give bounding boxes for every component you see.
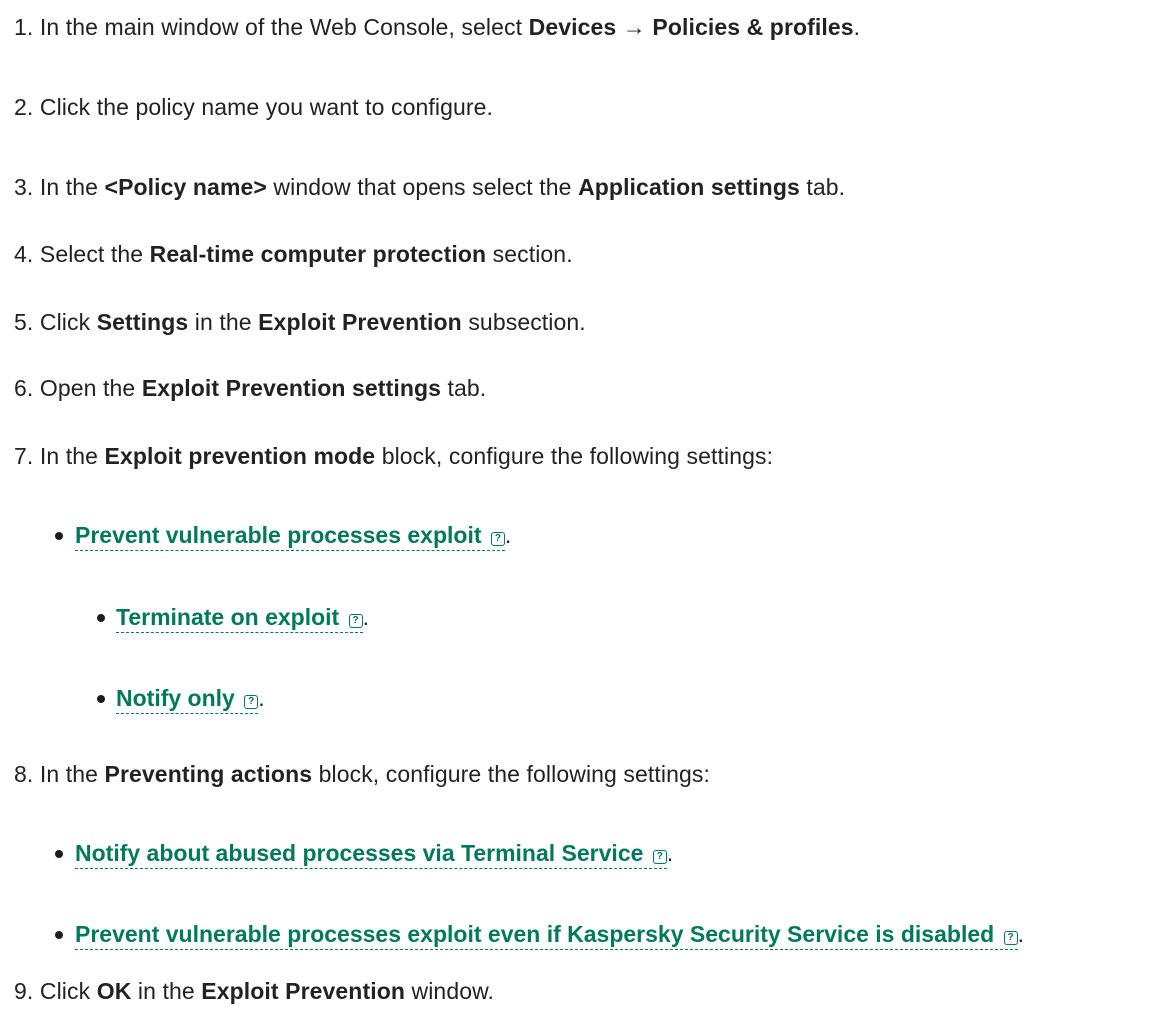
link-label: Prevent vulnerable processes exploit [75,522,482,548]
step-text: subsection. [461,309,586,335]
step-text: block, configure the following settings: [375,443,774,469]
terminate-on-exploit-link[interactable]: Terminate on exploit ? [116,604,363,633]
link-label: Notify only [116,685,235,711]
step-4: 4. Select the Real-time computer protect… [14,239,573,269]
step-9: 9. Click OK in the Exploit Prevention wi… [14,976,494,1006]
step-number: 1. [14,14,34,40]
punct: . [362,604,369,630]
step-text: window that opens select the [266,174,579,200]
step-text: Click [39,309,97,335]
ui-term-app-settings: Application settings [578,174,800,200]
step-text: In the [39,761,105,787]
step-text: section. [486,241,573,267]
help-icon[interactable]: ? [348,614,363,628]
step-number: 2. [14,94,34,120]
notify-only-link[interactable]: Notify only ? [116,685,259,714]
step-number: 7. [14,443,34,469]
link-label: Terminate on exploit [116,604,340,630]
punct: . [666,840,674,866]
step-text: tab. [799,174,846,200]
ui-term-realtime: Real-time computer protection [149,241,487,267]
list-item: Prevent vulnerable processes exploit eve… [55,919,1024,950]
list-item: Prevent vulnerable processes exploit ?. [55,520,512,551]
arrow: → [616,14,653,40]
step-text: tab. [441,375,487,401]
step-text: Open the [39,375,142,401]
ui-term-settings: Settings [96,309,189,335]
step-text: block, configure the following settings: [312,761,710,787]
bullet-icon [55,931,63,939]
step-text: Click the policy name you want to config… [39,94,494,120]
step-number: 3. [14,174,34,200]
punct: . [258,685,265,711]
help-icon[interactable]: ? [244,695,259,709]
step-8: 8. In the Preventing actions block, conf… [14,759,710,789]
step-number: 6. [14,375,34,401]
step-5: 5. Click Settings in the Exploit Prevent… [14,307,586,337]
bullet-icon [97,614,105,622]
ui-term-devices: Devices [528,14,617,40]
step-number: 5. [14,309,34,335]
bullet-icon [55,850,63,858]
prevent-exploit-link[interactable]: Prevent vulnerable processes exploit ? [75,522,505,551]
punct: . [853,14,861,40]
ui-term-exploit-prevention: Exploit Prevention [201,978,406,1004]
link-label: Prevent vulnerable processes exploit eve… [75,921,995,947]
bullet-icon [55,532,63,540]
help-icon[interactable]: ? [490,532,505,546]
step-text: in the [131,978,202,1004]
step-text: In the [39,443,105,469]
instructions-document: 1. In the main window of the Web Console… [0,0,1168,1010]
step-text: In the main window of the Web Console, s… [39,14,529,40]
step-text: in the [188,309,259,335]
ui-term-ep-settings: Exploit Prevention settings [141,375,442,401]
help-icon[interactable]: ? [1003,931,1018,945]
step-6: 6. Open the Exploit Prevention settings … [14,373,486,403]
step-number: 8. [14,761,34,787]
step-text: Select the [39,241,150,267]
step-2: 2. Click the policy name you want to con… [14,92,493,122]
notify-terminal-link[interactable]: Notify about abused processes via Termin… [75,840,667,869]
ui-term-preventing-actions: Preventing actions [104,761,313,787]
ui-term-policy-name: <Policy name> [104,174,267,200]
step-7: 7. In the Exploit prevention mode block,… [14,441,773,471]
help-icon[interactable]: ? [652,850,667,864]
ui-term-ok: OK [96,978,132,1004]
step-number: 4. [14,241,34,267]
list-item: Notify about abused processes via Termin… [55,838,674,869]
step-1: 1. In the main window of the Web Console… [14,12,860,42]
punct: . [1017,921,1024,947]
step-number: 9. [14,978,34,1004]
step-text: window. [405,978,495,1004]
ui-term-exploit-prevention: Exploit Prevention [258,309,462,335]
list-item: Notify only ?. [97,683,265,714]
list-item: Terminate on exploit ?. [97,602,369,633]
punct: . [504,522,512,548]
step-text: Click [39,978,97,1004]
ui-term-policies: Policies & profiles [652,14,854,40]
bullet-icon [97,695,105,703]
step-3: 3. In the <Policy name> window that open… [14,172,845,202]
step-text: In the [39,174,105,200]
prevent-even-disabled-link[interactable]: Prevent vulnerable processes exploit eve… [75,921,1018,950]
link-label: Notify about abused processes via Termin… [75,840,644,866]
ui-term-ep-mode: Exploit prevention mode [104,443,376,469]
